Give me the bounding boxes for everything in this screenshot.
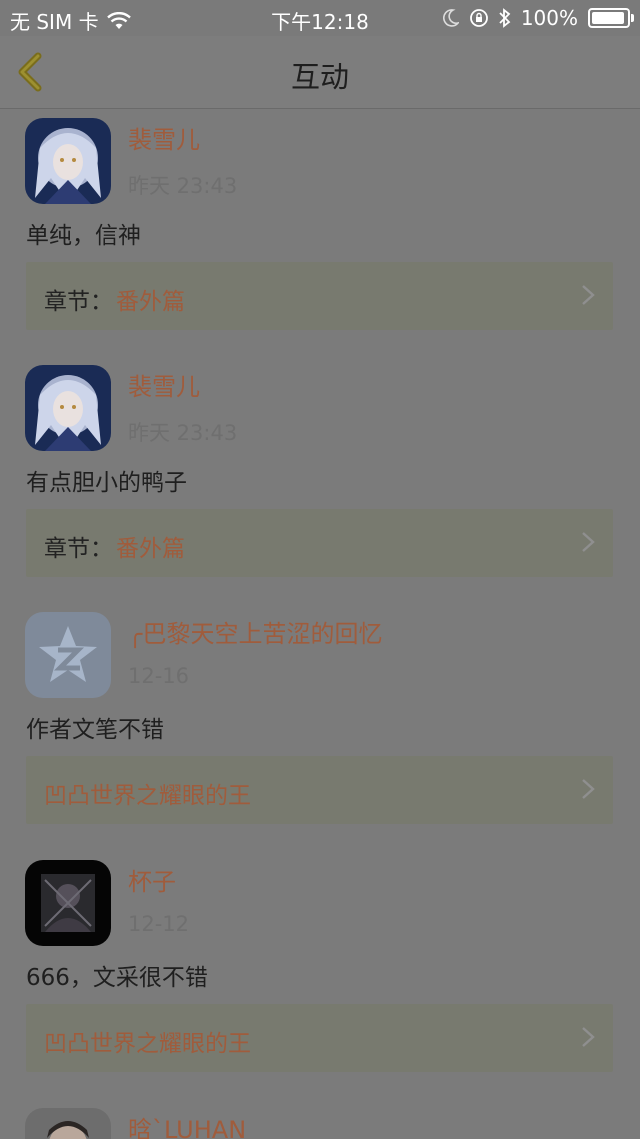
chapter-label: 章节： bbox=[44, 536, 113, 562]
chevron-right-icon bbox=[582, 285, 595, 305]
comment-text: 666，文采很不错 bbox=[26, 965, 208, 991]
battery-icon bbox=[588, 8, 634, 28]
chapter-name: 番外篇 bbox=[116, 289, 185, 315]
battery-percent: 100% bbox=[520, 6, 578, 30]
chapter-label: 章节： bbox=[44, 289, 113, 315]
avatar[interactable] bbox=[25, 612, 111, 698]
chapter-link-row[interactable]: 章节： 番外篇 bbox=[26, 509, 613, 577]
timestamp: 昨天 23:43 bbox=[128, 174, 238, 198]
username[interactable]: 晗`LUHAN bbox=[128, 1110, 246, 1139]
chapter-link-row[interactable]: 凹凸世界之耀眼的王 bbox=[26, 1004, 613, 1072]
status-bar: 无 SIM 卡 下午12:18 100% bbox=[0, 0, 640, 36]
username[interactable]: 杯子 bbox=[128, 862, 176, 897]
username[interactable]: ╭巴黎天空上苦涩的回忆 bbox=[128, 614, 382, 649]
timestamp: 昨天 23:43 bbox=[128, 421, 238, 445]
bluetooth-icon bbox=[499, 8, 511, 28]
avatar[interactable] bbox=[25, 365, 111, 451]
rotation-lock-icon bbox=[469, 9, 488, 27]
chapter-link-row[interactable]: 章节： 番外篇 bbox=[26, 262, 613, 330]
chapter-name: 凹凸世界之耀眼的王 bbox=[44, 783, 251, 809]
timestamp: 12-12 bbox=[128, 912, 190, 936]
avatar[interactable] bbox=[25, 1108, 111, 1139]
interaction-list[interactable]: 裴雪儿 昨天 23:43 单纯，信神 章节： 番外篇 裴雪儿 昨天 23:43 … bbox=[0, 108, 640, 1139]
chapter-link-row[interactable]: 凹凸世界之耀眼的王 bbox=[26, 756, 613, 824]
timestamp: 12-16 bbox=[128, 664, 190, 688]
nav-bar: 互动 bbox=[0, 36, 640, 109]
chevron-right-icon bbox=[582, 532, 595, 552]
chapter-name: 番外篇 bbox=[116, 536, 185, 562]
chevron-right-icon bbox=[582, 1027, 595, 1047]
chapter-name: 凹凸世界之耀眼的王 bbox=[44, 1031, 251, 1057]
comment-text: 作者文笔不错 bbox=[26, 717, 164, 743]
moon-icon bbox=[442, 9, 459, 27]
comment-text: 单纯，信神 bbox=[26, 223, 141, 249]
avatar[interactable] bbox=[25, 118, 111, 204]
chevron-right-icon bbox=[582, 779, 595, 799]
avatar[interactable] bbox=[25, 860, 111, 946]
page-title: 互动 bbox=[290, 60, 349, 94]
comment-text: 有点胆小的鸭子 bbox=[26, 470, 187, 496]
username[interactable]: 裴雪儿 bbox=[128, 120, 200, 155]
username[interactable]: 裴雪儿 bbox=[128, 367, 200, 402]
